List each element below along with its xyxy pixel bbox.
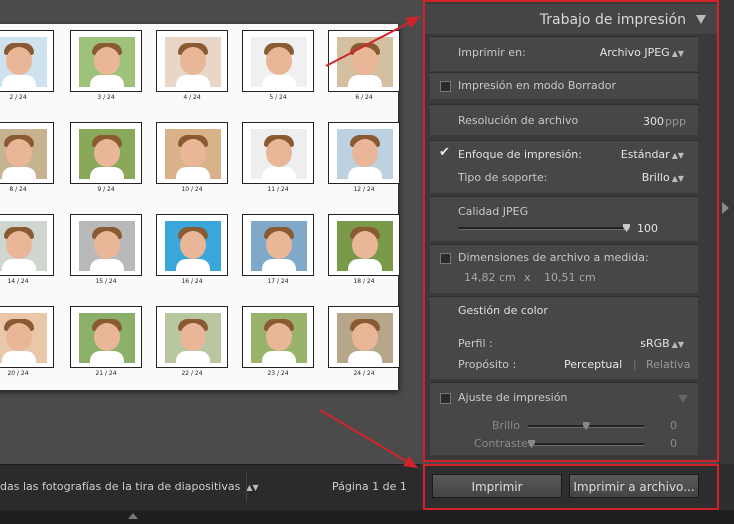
contact-sheet-cell: 22 / 24 — [156, 306, 228, 386]
photo-thumbnail — [251, 37, 307, 87]
photo-number-label: 23 / 24 — [267, 370, 289, 377]
photo-number-label: 10 / 24 — [181, 186, 203, 193]
photo-thumbnail — [79, 37, 135, 87]
photo-thumbnail — [165, 129, 221, 179]
contact-sheet-cell: 18 / 24 — [328, 214, 400, 294]
contact-sheet-cell: 15 / 24 — [70, 214, 142, 294]
photo-thumbnail — [165, 221, 221, 271]
contact-sheet-cell: 10 / 24 — [156, 122, 228, 202]
photo-thumbnail — [337, 129, 393, 179]
photo-thumbnail — [251, 313, 307, 363]
toolbar: das las fotografías de la tira de diapos… — [0, 464, 420, 511]
photo-frame — [156, 30, 228, 92]
photo-thumbnail — [0, 37, 47, 87]
contact-sheet-cell: 20 / 24 — [0, 306, 54, 386]
photo-number-label: 3 / 24 — [97, 94, 115, 101]
photo-number-label: 14 / 24 — [7, 278, 29, 285]
contact-sheet-cell: 6 / 24 — [328, 30, 400, 110]
photo-number-label: 12 / 24 — [353, 186, 375, 193]
contact-sheet-cell: 11 / 24 — [242, 122, 314, 202]
highlight-panel-box — [423, 0, 719, 462]
photo-number-label: 4 / 24 — [183, 94, 201, 101]
photo-number-label: 8 / 24 — [9, 186, 27, 193]
photo-thumbnail — [251, 221, 307, 271]
photo-thumbnail — [0, 313, 47, 363]
photo-thumbnail — [79, 313, 135, 363]
expand-panel-arrow-icon[interactable] — [722, 202, 729, 214]
contact-sheet-cell: 21 / 24 — [70, 306, 142, 386]
page-indicator: Página 1 de 1 — [332, 480, 407, 493]
contact-sheet-cell: 24 / 24 — [328, 306, 400, 386]
filmstrip-edge — [0, 510, 734, 524]
contact-sheet-cell: 16 / 24 — [156, 214, 228, 294]
photo-frame — [156, 306, 228, 368]
contact-sheet-cell: 12 / 24 — [328, 122, 400, 202]
photo-frame — [328, 214, 400, 276]
photo-frame — [156, 122, 228, 184]
photo-frame — [156, 214, 228, 276]
photo-frame — [328, 306, 400, 368]
toolbar-divider — [246, 473, 247, 501]
photo-number-label: 21 / 24 — [95, 370, 117, 377]
contact-sheet-cell: 5 / 24 — [242, 30, 314, 110]
filmstrip-toggle-icon[interactable] — [128, 513, 138, 519]
photo-number-label: 22 / 24 — [181, 370, 203, 377]
photo-number-label: 24 / 24 — [353, 370, 375, 377]
photo-frame — [70, 122, 142, 184]
contact-sheet-cell: 4 / 24 — [156, 30, 228, 110]
right-panel-edge — [718, 0, 734, 464]
photo-frame — [242, 306, 314, 368]
photo-number-label: 17 / 24 — [267, 278, 289, 285]
photo-thumbnail — [337, 221, 393, 271]
photo-frame — [0, 306, 54, 368]
contact-sheet-cell: 17 / 24 — [242, 214, 314, 294]
photo-number-label: 16 / 24 — [181, 278, 203, 285]
highlight-buttons-box — [423, 464, 719, 510]
contact-sheet-cell: 14 / 24 — [0, 214, 54, 294]
photo-number-label: 9 / 24 — [97, 186, 115, 193]
photo-number-label: 5 / 24 — [269, 94, 287, 101]
photo-frame — [0, 30, 54, 92]
contact-sheet-cell: 3 / 24 — [70, 30, 142, 110]
filmstrip-select[interactable]: das las fotografías de la tira de diapos… — [0, 480, 259, 493]
photo-frame — [0, 214, 54, 276]
photo-number-label: 2 / 24 — [9, 94, 27, 101]
contact-sheet-cell: 9 / 24 — [70, 122, 142, 202]
contact-sheet-page: 2 / 24 3 / 24 4 / 24 5 / 24 6 / 24 8 / 24 9 / … — [0, 24, 400, 390]
photo-number-label: 20 / 24 — [7, 370, 29, 377]
photo-thumbnail — [251, 129, 307, 179]
photo-frame — [70, 30, 142, 92]
photo-frame — [328, 30, 400, 92]
photo-number-label: 15 / 24 — [95, 278, 117, 285]
print-preview-area: 2 / 24 3 / 24 4 / 24 5 / 24 6 / 24 8 / 24 9 / … — [0, 0, 420, 464]
photo-thumbnail — [165, 313, 221, 363]
photo-thumbnail — [337, 313, 393, 363]
photo-frame — [242, 214, 314, 276]
photo-frame — [242, 122, 314, 184]
photo-number-label: 11 / 24 — [267, 186, 289, 193]
contact-sheet-cell: 8 / 24 — [0, 122, 54, 202]
contact-sheet-cell: 2 / 24 — [0, 30, 54, 110]
photo-thumbnail — [0, 129, 47, 179]
photo-frame — [70, 306, 142, 368]
photo-frame — [70, 214, 142, 276]
contact-sheet-cell: 23 / 24 — [242, 306, 314, 386]
photo-thumbnail — [79, 129, 135, 179]
photo-number-label: 18 / 24 — [353, 278, 375, 285]
photo-frame — [242, 30, 314, 92]
photo-frame — [328, 122, 400, 184]
photo-number-label: 6 / 24 — [355, 94, 373, 101]
photo-thumbnail — [79, 221, 135, 271]
photo-thumbnail — [165, 37, 221, 87]
photo-frame — [0, 122, 54, 184]
photo-thumbnail — [0, 221, 47, 271]
